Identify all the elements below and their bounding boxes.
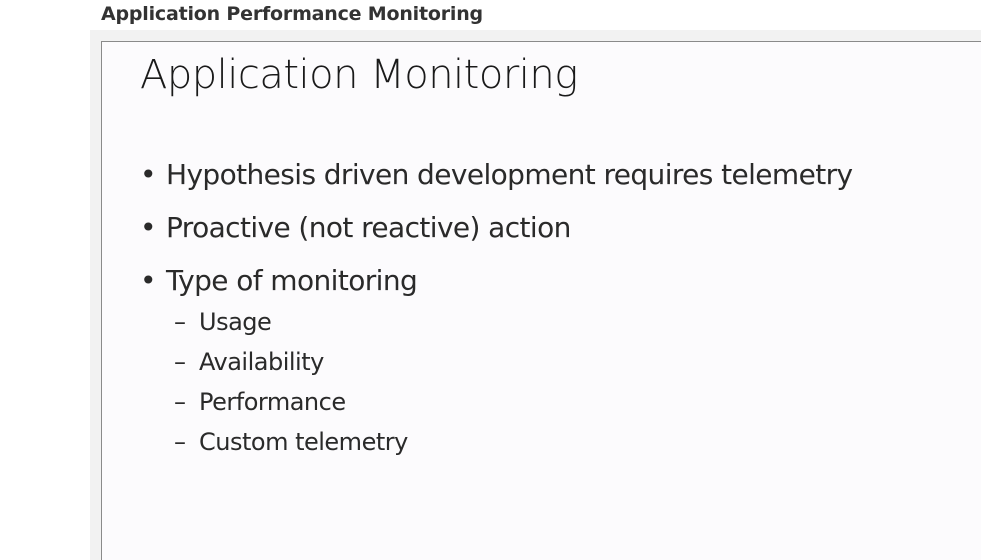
dash-icon: –: [174, 348, 186, 376]
page-title: Application Performance Monitoring: [101, 3, 483, 25]
bullet-item: • Type of monitoring: [140, 264, 418, 297]
dash-icon: –: [174, 308, 186, 336]
bullet-icon: •: [140, 211, 157, 244]
sub-item: – Performance: [174, 388, 346, 416]
sub-item-text: Availability: [199, 348, 324, 376]
sub-item-text: Usage: [199, 308, 272, 336]
sub-item-text: Custom telemetry: [199, 428, 408, 456]
bullet-text: Type of monitoring: [166, 264, 418, 297]
slide: Application Monitoring • Hypothesis drive…: [101, 41, 981, 560]
slide-title: Application Monitoring: [140, 52, 578, 98]
bullet-item: • Hypothesis driven development requires …: [140, 158, 853, 191]
bullet-icon: •: [140, 264, 157, 297]
bullet-item: • Proactive (not reactive) action: [140, 211, 571, 244]
sub-item: – Availability: [174, 348, 324, 376]
sub-item: – Usage: [174, 308, 272, 336]
bullet-icon: •: [140, 158, 157, 191]
sub-item: – Custom telemetry: [174, 428, 408, 456]
bullet-text: Proactive (not reactive) action: [166, 211, 571, 244]
dash-icon: –: [174, 428, 186, 456]
sub-item-text: Performance: [199, 388, 346, 416]
dash-icon: –: [174, 388, 186, 416]
bullet-text: Hypothesis driven development requires t…: [166, 158, 853, 191]
